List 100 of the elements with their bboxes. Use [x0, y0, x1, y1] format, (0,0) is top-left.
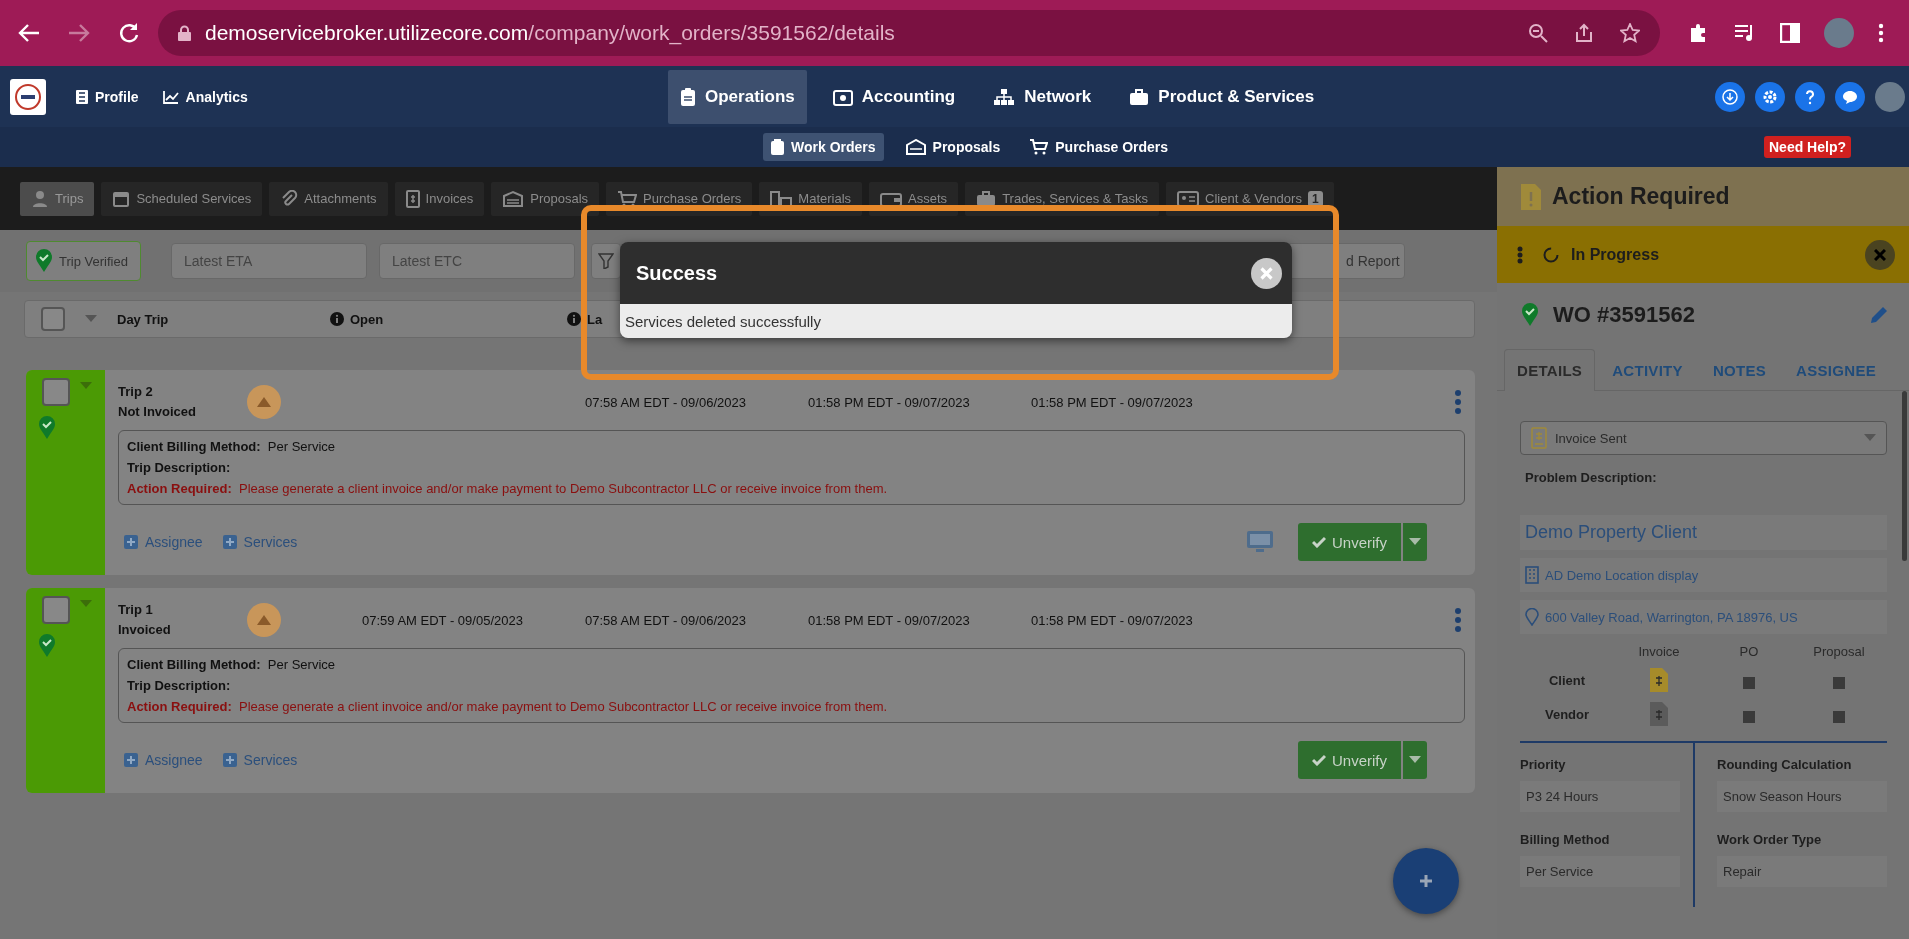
user-avatar[interactable]	[1875, 81, 1905, 112]
dropdown-button[interactable]	[1403, 741, 1427, 779]
reload-icon	[118, 22, 140, 44]
caret-icon	[1864, 434, 1876, 442]
paperclip-icon	[280, 189, 299, 208]
unverify-button[interactable]: Unverify	[1298, 523, 1401, 561]
dropdown-button[interactable]	[1403, 523, 1427, 561]
checkbox[interactable]	[42, 378, 70, 406]
tab[interactable]: Attachments	[269, 181, 388, 216]
field-label: Client Billing Method:	[127, 439, 261, 454]
checkbox[interactable]	[42, 596, 70, 624]
check-icon	[1312, 754, 1326, 766]
caret-icon	[80, 600, 92, 608]
invoice-icon	[405, 189, 420, 208]
help-button[interactable]: Need Help?	[1764, 136, 1851, 158]
subnav-tab[interactable]: Work Orders	[763, 133, 884, 161]
money-icon	[832, 87, 853, 106]
status-label: In Progress	[1571, 245, 1661, 264]
logo-icon[interactable]	[10, 78, 46, 115]
nav-tab[interactable]: Network	[981, 69, 1104, 124]
trip-verified-filter[interactable]: Trip Verified	[26, 241, 141, 281]
subnav-tab[interactable]: Proposals	[897, 133, 1009, 161]
calendar-icon	[112, 189, 131, 208]
company-logo-icon	[247, 385, 281, 419]
verified-pin-icon	[35, 249, 53, 273]
plus-icon	[124, 753, 138, 767]
eta-field[interactable]: Latest ETA	[171, 243, 367, 279]
back-button[interactable]	[18, 23, 40, 43]
close-button[interactable]	[1251, 257, 1282, 289]
unverify-button[interactable]: Unverify	[1298, 741, 1401, 779]
field-label: Billing Method	[1520, 832, 1611, 847]
tab[interactable]: Proposals	[491, 181, 600, 216]
nav-link[interactable]: Analytics	[162, 88, 248, 105]
caret-icon	[85, 315, 97, 323]
circle-button[interactable]	[1795, 81, 1825, 112]
field-label: Rounding Calculation	[1717, 757, 1853, 772]
tab[interactable]: Invoices	[394, 181, 485, 216]
panel-tab[interactable]: DETAILS	[1504, 349, 1596, 391]
info-icon	[567, 312, 581, 326]
settings-icon	[1762, 88, 1778, 105]
check-icon	[1312, 536, 1326, 548]
circle-button[interactable]	[1715, 81, 1745, 112]
verified-pin-icon	[38, 634, 56, 658]
field-label: Trip Description:	[127, 460, 231, 475]
dialog-title: Success	[636, 261, 719, 285]
dialog-message: Services deleted successfully	[625, 312, 821, 330]
trip-date: 01:58 PM EDT - 09/07/2023	[808, 612, 970, 628]
reload-button[interactable]	[118, 22, 140, 44]
scrollbar[interactable]	[1902, 391, 1907, 561]
spinner-icon	[1543, 246, 1559, 263]
nav-tab[interactable]: Operations	[668, 69, 807, 124]
nav-link[interactable]: Profile	[76, 88, 139, 105]
trip-date: 01:58 PM EDT - 09/07/2023	[1031, 394, 1193, 410]
column-header: Open	[350, 311, 384, 327]
trip-date: 07:59 AM EDT - 09/05/2023	[362, 612, 523, 628]
nav-tab[interactable]: Accounting	[820, 69, 968, 124]
field-label: Trip Description:	[127, 678, 231, 693]
briefcase-icon	[976, 189, 997, 208]
trip-title: Trip 2	[118, 383, 154, 401]
field-label: Action Required:	[127, 699, 232, 714]
field-value: Per Service	[267, 657, 336, 672]
nav-tab[interactable]: Product & Services	[1117, 69, 1327, 124]
circle-button[interactable]	[1835, 81, 1865, 112]
filter-button[interactable]	[591, 243, 621, 279]
subnav-tab[interactable]: Purchase Orders	[1022, 133, 1177, 161]
back-arrow-icon	[18, 23, 40, 43]
field-label: Client Billing Method:	[127, 657, 261, 672]
invoice-status-dropdown[interactable]: Invoice Sent	[1520, 421, 1887, 455]
chart-line-icon	[162, 89, 179, 104]
plus-icon	[1418, 873, 1434, 889]
count-badge: 1	[1307, 190, 1323, 207]
row-label: Client	[1548, 673, 1586, 688]
column-header: Day Trip	[117, 311, 170, 327]
etc-field[interactable]: Latest ETC	[379, 243, 575, 279]
grid-icon	[76, 89, 88, 104]
trip-status: Invoiced	[118, 621, 172, 639]
plus-icon	[124, 535, 138, 549]
briefcase-icon	[1129, 87, 1150, 106]
building-icon	[1525, 566, 1539, 584]
tab[interactable]: Scheduled Services	[101, 181, 263, 216]
invoice-document-icon[interactable]	[1649, 701, 1669, 727]
invoice-document-icon[interactable]	[1649, 667, 1669, 693]
panel-title: Action Required	[1552, 183, 1730, 210]
trip-title: Trip 1	[118, 601, 154, 619]
tab[interactable]: Trips	[20, 181, 95, 216]
field-value: Repair	[1717, 856, 1887, 887]
star-icon	[1620, 23, 1640, 43]
circle-button[interactable]	[1755, 81, 1785, 112]
empty-square-icon	[1743, 677, 1755, 689]
kebab-menu-icon	[1517, 245, 1523, 264]
field-label: Priority	[1520, 757, 1567, 772]
add-button[interactable]	[1393, 848, 1459, 914]
trip-status: Not Invoiced	[118, 403, 197, 421]
info-icon	[330, 312, 344, 326]
more-menu-icon	[1878, 23, 1884, 43]
caret-icon	[1409, 756, 1421, 764]
address-bar[interactable]: demoservicebroker.utilizecore.com/company/work_orders/3591562/details	[158, 10, 1660, 56]
zoom-icon	[1528, 23, 1548, 43]
select-all-checkbox[interactable]	[41, 307, 65, 331]
profile-avatar[interactable]	[1824, 18, 1854, 48]
